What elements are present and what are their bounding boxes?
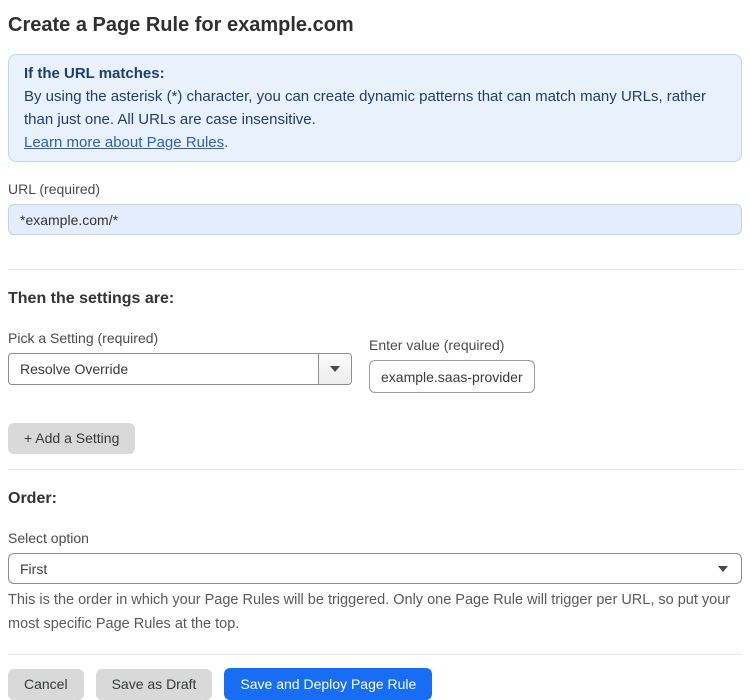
setting-select-label: Pick a Setting (required) xyxy=(8,330,159,346)
order-select-value: First xyxy=(20,560,48,577)
create-page-rule-form: Create a Page Rule for example.com If th… xyxy=(0,0,750,700)
save-and-deploy-button[interactable]: Save and Deploy Page Rule xyxy=(224,668,433,700)
form-actions: Cancel Save as Draft Save and Deploy Pag… xyxy=(8,668,742,700)
setting-select-column: Pick a Setting (required) Resolve Overri… xyxy=(8,330,352,385)
order-select[interactable]: First xyxy=(8,553,742,584)
info-box-body: By using the asterisk (*) character, you… xyxy=(24,88,706,128)
url-match-info-box: If the URL matches: By using the asteris… xyxy=(8,54,742,162)
page-title: Create a Page Rule for example.com xyxy=(8,14,354,36)
order-section-heading: Order: xyxy=(8,490,57,507)
add-setting-button[interactable]: + Add a Setting xyxy=(8,423,136,454)
triangle-glyph xyxy=(330,366,340,372)
settings-section-heading: Then the settings are: xyxy=(8,290,175,307)
setting-value-column: Enter value (required) xyxy=(369,337,535,393)
setting-value-label: Enter value (required) xyxy=(369,337,505,353)
save-as-draft-button[interactable]: Save as Draft xyxy=(95,668,213,700)
url-field-label: URL (required) xyxy=(8,181,101,197)
url-input[interactable] xyxy=(8,204,742,235)
divider xyxy=(8,469,742,470)
setting-select[interactable]: Resolve Override xyxy=(8,353,352,385)
cancel-button[interactable]: Cancel xyxy=(8,668,84,700)
order-help-text: This is the order in which your Page Rul… xyxy=(8,592,731,632)
learn-more-page-rules-link[interactable]: Learn more about Page Rules xyxy=(24,134,224,151)
settings-row: Pick a Setting (required) Resolve Overri… xyxy=(8,330,742,393)
link-suffix-period: . xyxy=(224,134,229,151)
setting-select-value: Resolve Override xyxy=(20,361,129,377)
setting-value-input[interactable] xyxy=(369,360,535,393)
info-link-line: Learn more about Page Rules. xyxy=(24,131,726,154)
divider xyxy=(8,269,742,270)
info-box-heading: If the URL matches: xyxy=(24,65,165,82)
chevron-down-icon xyxy=(318,354,351,384)
order-select-label: Select option xyxy=(8,530,89,546)
chevron-down-icon xyxy=(718,565,728,572)
divider xyxy=(8,654,742,655)
